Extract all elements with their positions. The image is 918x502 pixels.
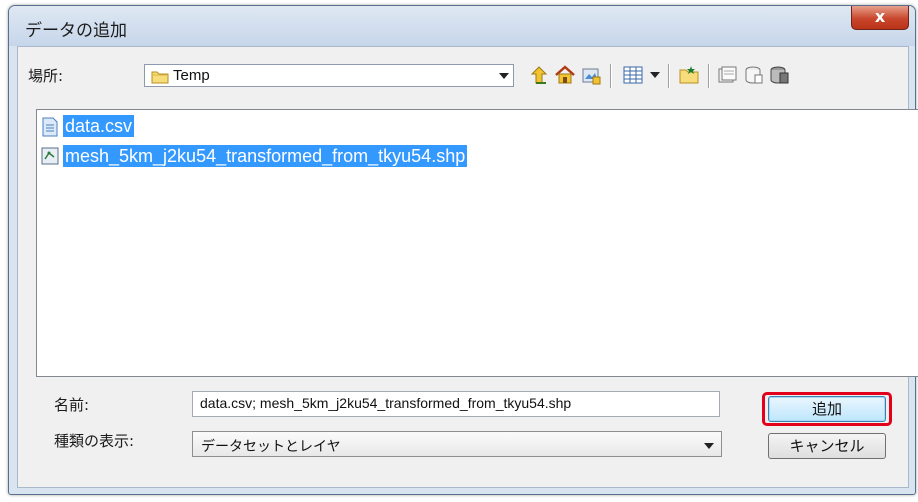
title-bar[interactable]: データの追加 x [9,6,915,46]
dialog-body: 場所: Temp data.csv mesh_5km_j2ku54_transf… [17,46,918,488]
chevron-down-icon[interactable] [704,443,714,449]
add-button-highlight [762,392,892,426]
type-label: 種類の表示: [54,432,135,450]
type-dropdown[interactable]: データセットとレイヤ [192,431,722,457]
catalog-icon[interactable] [742,64,764,86]
type-dropdown-value: データセットとレイヤ [201,439,341,455]
toolbar-separator [708,64,710,88]
add-data-dialog: データの追加 x 場所: Temp data.csv mesh_5km_j2ku… [8,5,918,495]
file-name: mesh_5km_j2ku54_transformed_from_tkyu54.… [63,145,468,167]
location-value: Temp [173,67,210,84]
chevron-down-icon[interactable] [499,73,509,79]
toolbar-separator [610,64,612,88]
file-list[interactable]: data.csv mesh_5km_j2ku54_transformed_fro… [36,109,918,377]
location-label: 場所: [28,67,64,85]
table-file-icon [41,117,59,142]
geodatabase-icon[interactable] [716,64,738,86]
close-button[interactable]: x [851,6,909,30]
database-icon[interactable] [768,64,790,86]
name-label: 名前: [54,396,90,414]
cancel-button[interactable]: キャンセル [768,433,886,459]
location-dropdown[interactable]: Temp [144,64,514,87]
connect-folder-icon[interactable] [580,64,602,86]
up-one-level-icon[interactable] [528,64,550,86]
new-folder-icon[interactable] [678,64,700,86]
toolbar-separator [668,64,670,88]
home-icon[interactable] [554,64,576,86]
view-options-icon[interactable] [622,64,644,86]
folder-icon [151,69,169,88]
name-input[interactable]: data.csv; mesh_5km_j2ku54_transformed_fr… [192,391,720,417]
file-name: data.csv [63,115,135,137]
window-title: データの追加 [25,21,127,41]
view-dropdown-chevron-icon[interactable] [650,72,660,78]
shapefile-icon [41,147,59,170]
name-input-value: data.csv; mesh_5km_j2ku54_transformed_fr… [200,395,572,411]
